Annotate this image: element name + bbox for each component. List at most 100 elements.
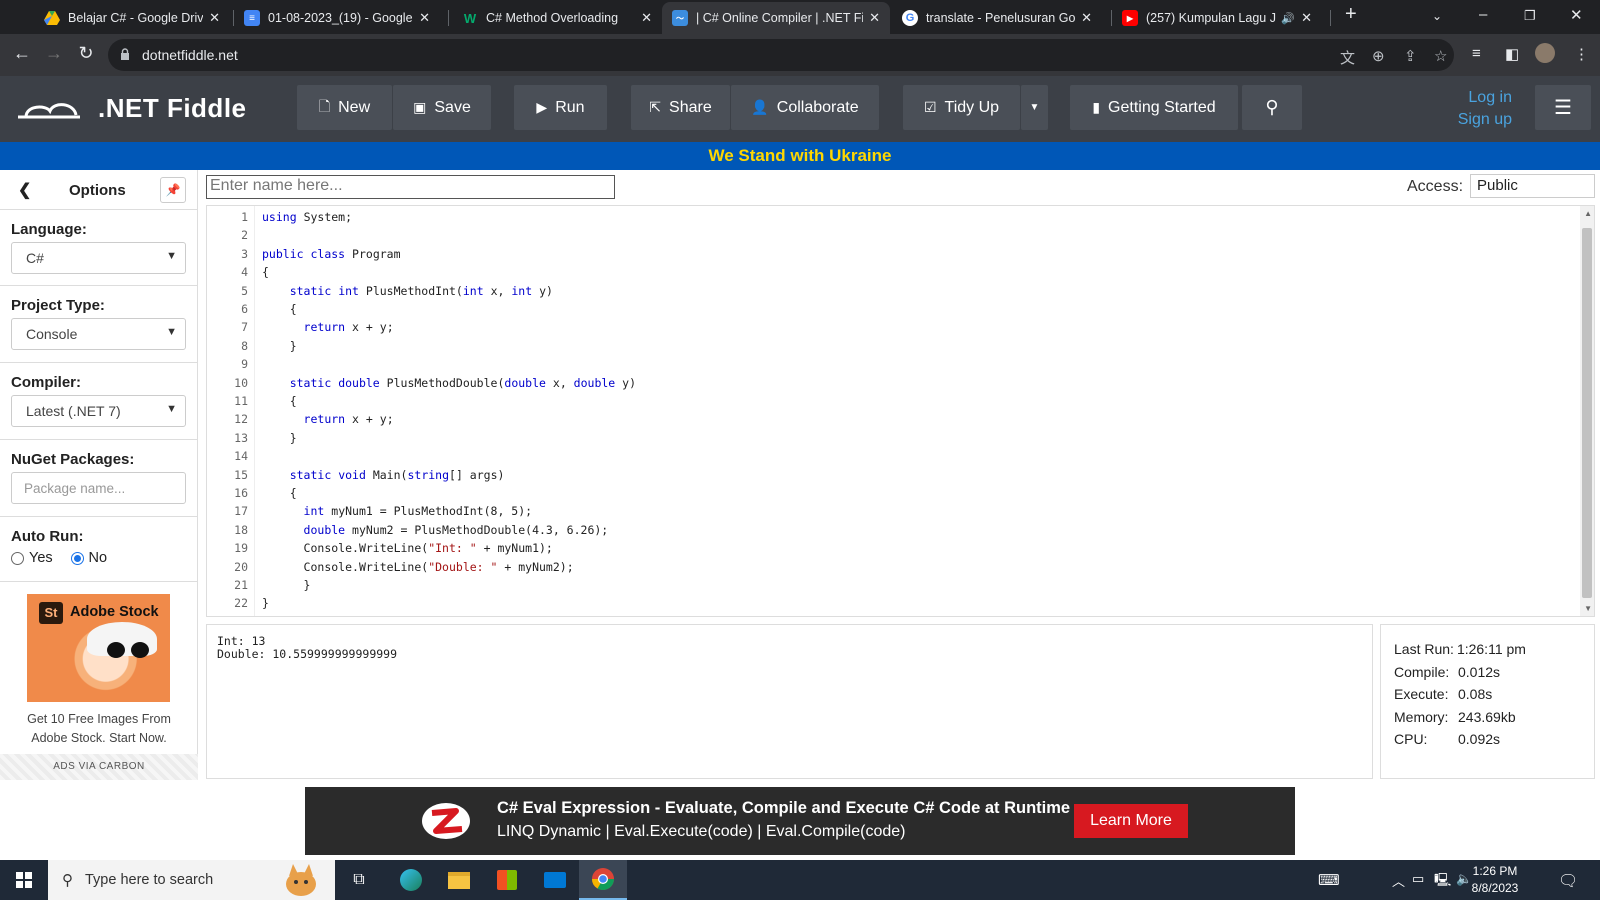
network-icon[interactable]: 🖳 — [1434, 871, 1451, 893]
tab-youtube[interactable]: ▶ (257) Kumpulan Lagu JKT 🔊 ✕ — [1112, 2, 1322, 34]
notification-icon[interactable]: 🗨 — [1558, 871, 1578, 891]
save-button[interactable]: ▣ Save — [393, 85, 491, 130]
side-panel-icon[interactable]: ◧ — [1505, 45, 1519, 63]
new-tab-icon[interactable]: + — [1345, 3, 1357, 26]
chrome-app[interactable] — [579, 860, 627, 900]
close-icon[interactable]: ✕ — [641, 10, 652, 26]
close-icon[interactable]: ✕ — [419, 10, 430, 26]
close-icon[interactable]: ✕ — [1301, 10, 1312, 26]
code-line[interactable]: public class Program — [262, 247, 401, 261]
autorun-yes-radio[interactable]: Yes — [11, 550, 53, 566]
code-line[interactable]: Console.WriteLine("Double: " + myNum2); — [262, 560, 574, 574]
browser-menu-icon[interactable]: ⋮ — [1574, 45, 1589, 63]
learn-more-button[interactable]: Learn More — [1074, 804, 1188, 838]
share-button[interactable]: ⇱ Share — [631, 85, 730, 130]
signup-link[interactable]: Sign up — [1440, 109, 1512, 131]
code-editor[interactable]: 1 2 3 4 5 6 7 8 9 10 11 12 13 14 15 16 17 18 19 20 21 22 usin… — [206, 205, 1595, 617]
fiddle-name-input[interactable]: Enter name here... — [206, 175, 615, 199]
collaborate-button[interactable]: 👤 Collaborate — [731, 85, 879, 130]
code-line[interactable]: return x + y; — [262, 412, 394, 426]
code-line[interactable]: int myNum1 = PlusMethodInt(8, 5); — [262, 504, 533, 518]
code-line[interactable]: } — [262, 578, 311, 592]
mail-app[interactable] — [531, 860, 579, 900]
tab-google-drive[interactable]: Belajar C# - Google Drive ✕ — [34, 2, 230, 34]
close-icon[interactable]: ✕ — [1081, 10, 1092, 26]
reading-list-icon[interactable]: ≡ — [1472, 45, 1481, 62]
scroll-up-icon[interactable]: ▲ — [1584, 209, 1592, 218]
code-line[interactable]: using System; — [262, 210, 352, 224]
nuget-package-input[interactable]: Package name... — [11, 472, 186, 504]
code-line[interactable]: } — [262, 596, 269, 610]
collapse-chevron-icon[interactable]: ❮ — [18, 180, 31, 200]
system-clock[interactable]: 1:26 PM 8/8/2023 — [1463, 863, 1527, 897]
close-icon[interactable]: ✕ — [209, 10, 220, 26]
code-line[interactable]: } — [262, 431, 297, 445]
code-line[interactable]: return x + y; — [262, 320, 394, 334]
minimize-icon[interactable]: – — [1479, 6, 1487, 23]
fiddle-logo[interactable]: .NET Fiddle — [16, 93, 247, 124]
tidy-up-dropdown[interactable]: ▼ — [1021, 85, 1048, 130]
ukraine-banner[interactable]: We Stand with Ukraine — [0, 142, 1600, 170]
code-line[interactable]: { — [262, 394, 297, 408]
show-hidden-icons-icon[interactable]: ︿ — [1392, 871, 1405, 890]
speaker-icon[interactable]: 🔊 — [1281, 12, 1295, 25]
keyboard-icon[interactable]: ⌨ — [1318, 871, 1340, 889]
access-select[interactable]: Public — [1470, 174, 1595, 198]
code-line[interactable]: } — [262, 339, 297, 353]
ad-text[interactable]: Get 10 Free Images From Adobe Stock. Sta… — [10, 710, 188, 748]
task-view-button[interactable]: ⧉ — [335, 860, 383, 900]
battery-icon[interactable]: ▭ — [1412, 871, 1424, 887]
code-line[interactable]: { — [262, 486, 297, 500]
scroll-down-icon[interactable]: ▼ — [1584, 604, 1592, 613]
new-button[interactable]: 🗋 New — [297, 85, 392, 130]
eval-expression-ad[interactable]: C# Eval Expression - Evaluate, Compile a… — [305, 787, 1295, 855]
hamburger-menu-button[interactable]: ☰ — [1535, 85, 1591, 130]
code-line[interactable]: static int PlusMethodInt(int x, int y) — [262, 284, 553, 298]
pin-icon[interactable]: 📌 — [160, 177, 186, 203]
start-button[interactable] — [0, 860, 48, 900]
carbon-ad[interactable]: St Adobe Stock Get 10 Free Images From A… — [0, 582, 198, 780]
scrollbar-thumb[interactable] — [1582, 228, 1592, 598]
search-button[interactable]: ⚲ — [1242, 85, 1302, 130]
code-line[interactable]: static void Main(string[] args) — [262, 468, 505, 482]
login-link[interactable]: Log in — [1440, 87, 1512, 109]
project-type-select[interactable]: Console ▼ — [11, 318, 186, 350]
zoom-icon[interactable]: ⊕ — [1372, 47, 1385, 65]
tidy-up-button[interactable]: ☑ Tidy Up — [903, 85, 1020, 130]
tab-search-icon[interactable]: ⌄ — [1432, 9, 1442, 23]
edge-app[interactable] — [387, 860, 435, 900]
adobe-stock-ad-image[interactable]: St Adobe Stock — [27, 594, 170, 702]
bookmark-star-icon[interactable]: ☆ — [1434, 47, 1447, 65]
line-number: 13 — [234, 430, 248, 445]
store-app[interactable] — [483, 860, 531, 900]
getting-started-button[interactable]: ▮ Getting Started — [1070, 85, 1238, 130]
share-page-icon[interactable]: ⇪ — [1404, 47, 1417, 65]
reload-icon[interactable]: ↻ — [74, 43, 98, 64]
editor-scrollbar[interactable]: ▲ ▼ — [1580, 206, 1594, 616]
translate-icon[interactable]: 文 — [1340, 47, 1355, 68]
tab-google-docs[interactable]: ≡ 01-08-2023_(19) - Google Do ✕ — [234, 2, 440, 34]
run-button[interactable]: ▶ Run — [514, 85, 607, 130]
line-number: 18 — [234, 522, 248, 537]
profile-avatar[interactable] — [1535, 43, 1555, 63]
language-select[interactable]: C# ▼ — [11, 242, 186, 274]
code-line[interactable]: Console.WriteLine("Int: " + myNum1); — [262, 541, 553, 555]
address-bar[interactable]: dotnetfiddle.net 文 ⊕ ⇪ ☆ — [108, 39, 1454, 71]
close-window-icon[interactable]: ✕ — [1570, 6, 1583, 24]
tab-w3schools[interactable]: W C# Method Overloading ✕ — [452, 2, 662, 34]
code-line[interactable]: { — [262, 265, 269, 279]
compiler-select[interactable]: Latest (.NET 7) ▼ — [11, 395, 186, 427]
autorun-no-radio[interactable]: No — [70, 550, 107, 566]
taskbar-search[interactable]: ⚲ Type here to search — [48, 860, 335, 900]
file-explorer-app[interactable] — [435, 860, 483, 900]
ads-via-carbon[interactable]: ADS VIA CARBON — [0, 754, 198, 780]
code-line[interactable]: static double PlusMethodDouble(double x,… — [262, 376, 636, 390]
close-icon[interactable]: ✕ — [869, 10, 880, 26]
tab-dotnetfiddle[interactable]: ～ | C# Online Compiler | .NET Fi ✕ — [662, 2, 890, 34]
back-icon[interactable]: ← — [10, 43, 34, 64]
tab-google-translate[interactable]: G translate - Penelusuran Goog ✕ — [892, 2, 1102, 34]
restore-icon[interactable]: ❐ — [1524, 8, 1536, 24]
forward-icon[interactable]: → — [42, 43, 66, 64]
code-line[interactable]: { — [262, 302, 297, 316]
code-line[interactable]: double myNum2 = PlusMethodDouble(4.3, 6.… — [262, 523, 609, 537]
